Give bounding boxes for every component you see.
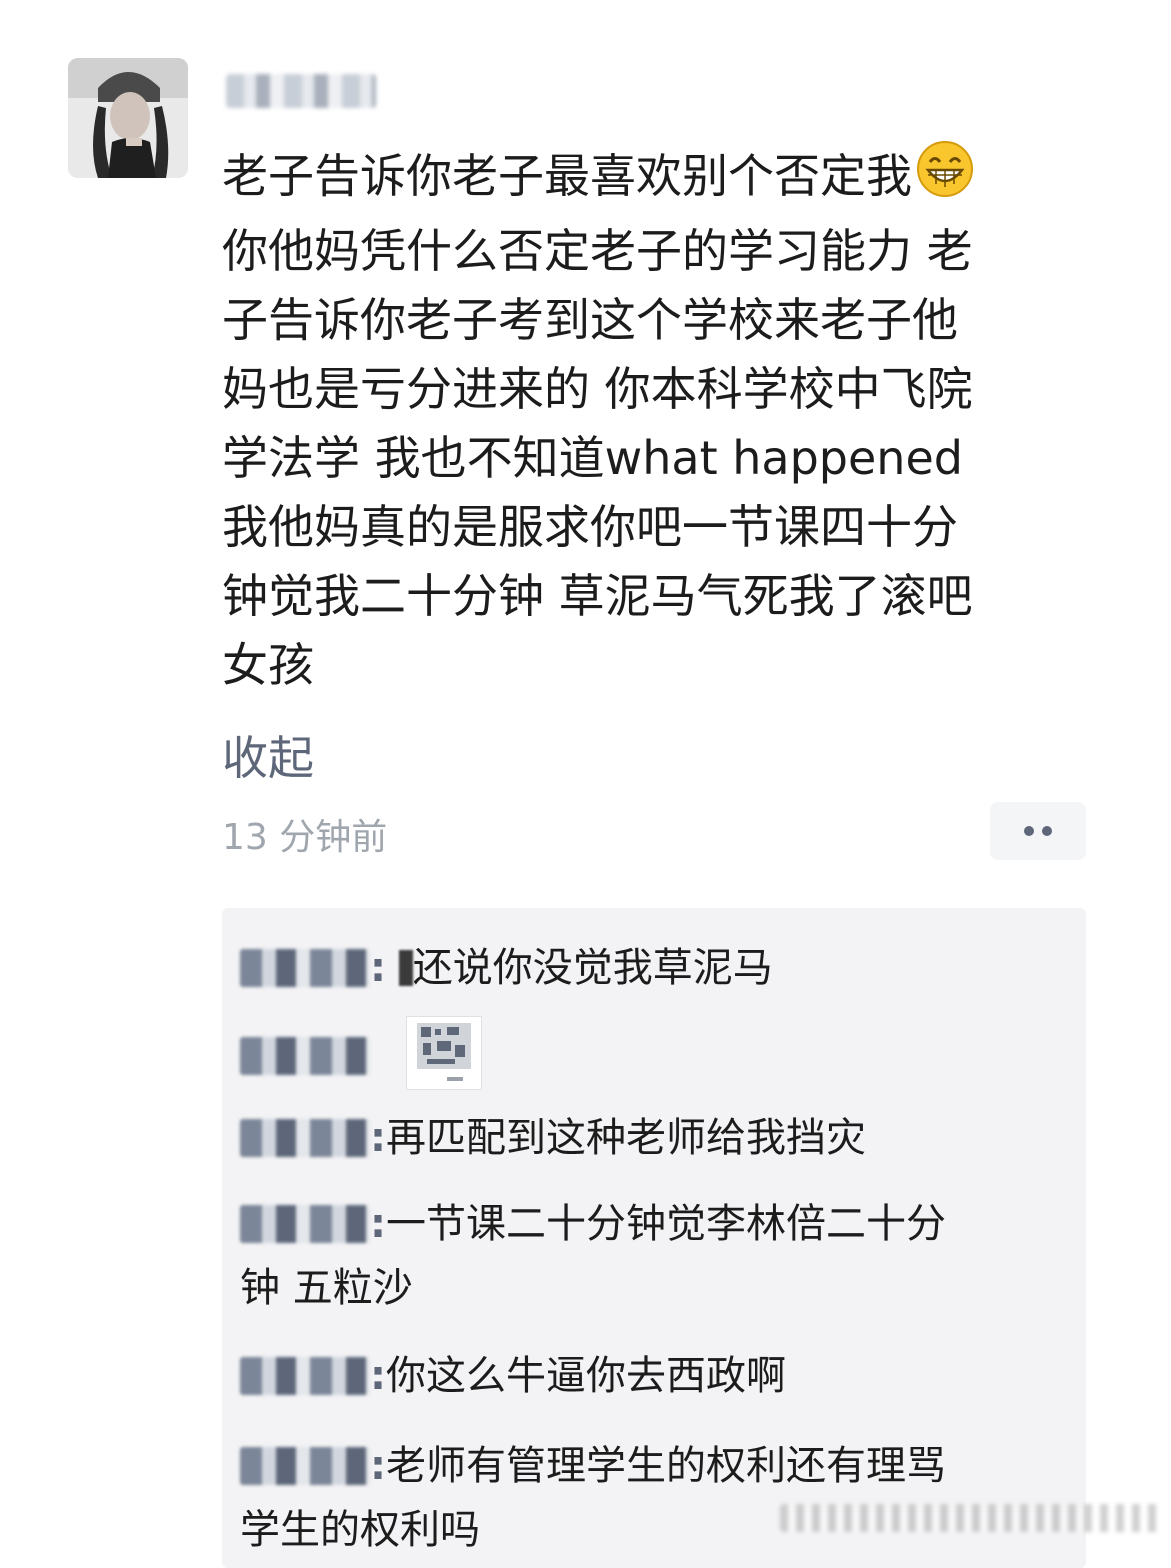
comment-text: 老师有管理学生的权利还有理骂 (386, 1443, 946, 1489)
post-timestamp: 13 分钟前 (222, 817, 388, 858)
post-line: 我他妈真的是服求你吧一节课四十分 (222, 500, 958, 554)
comment-line: :你这么牛逼你去西政啊 (240, 1344, 1070, 1408)
comment-item[interactable]: :老师有管理学生的权利还有理骂 学生的权利吗 (240, 1434, 1070, 1562)
post-line: 你他妈凭什么否定老子的学习能力 老 (222, 224, 973, 278)
comments-panel: : 还说你没觉我草泥马 :再匹配到这种老师给我挡灾 :一节课二十分钟觉李林倍二十… (222, 908, 1086, 1568)
comment-line: :一节课二十分钟觉李林倍二十分 (240, 1192, 1070, 1256)
comment-line: :老师有管理学生的权利还有理骂 (240, 1434, 1070, 1498)
comment-item[interactable]: :一节课二十分钟觉李林倍二十分 钟 五粒沙 (240, 1192, 1070, 1320)
watermark-redacted (780, 1504, 1160, 1532)
comment-line: :再匹配到这种老师给我挡灾 (240, 1106, 1070, 1170)
dot-icon (1042, 826, 1052, 836)
avatar-photo (68, 58, 188, 178)
comment-colon: : (370, 1201, 386, 1247)
comment-item[interactable] (240, 1016, 1070, 1090)
post-text: 老子告诉你老子最喜欢别个否定我 你他妈凭什么否定老子的学习能力 老 子告诉你老子… (222, 140, 1082, 700)
post-line: 子告诉你老子考到这个学校来老子他 (222, 293, 958, 347)
comment-line: : 还说你没觉我草泥马 (240, 936, 1070, 1000)
commenter-name-redacted[interactable] (240, 1037, 370, 1075)
comment-item[interactable]: : 还说你没觉我草泥马 (240, 936, 1070, 1000)
comment-image[interactable] (406, 1016, 482, 1090)
avatar[interactable] (68, 58, 188, 178)
commenter-name-redacted[interactable] (240, 949, 370, 987)
comment-item[interactable]: :你这么牛逼你去西政啊 (240, 1344, 1070, 1408)
comment-colon: : (370, 1115, 386, 1161)
post-line-text: 老子告诉你老子最喜欢别个否定我 (222, 149, 912, 203)
author-name-redacted[interactable] (226, 74, 376, 108)
post-line: 钟觉我二十分钟 草泥马气死我了滚吧 (222, 569, 973, 623)
comment-text: 一节课二十分钟觉李林倍二十分 (386, 1201, 946, 1247)
comment-line: 钟 五粒沙 (240, 1265, 413, 1311)
comment-line (240, 1016, 1070, 1090)
post-line: 老子告诉你老子最喜欢别个否定我 (222, 140, 1082, 217)
commenter-name-redacted[interactable] (240, 1357, 370, 1395)
post-line: 学法学 我也不知道what happened (222, 431, 963, 485)
comment-text: 还说你没觉我草泥马 (412, 945, 773, 991)
comment-colon: : (370, 945, 386, 991)
collapse-link[interactable]: 收起 (222, 722, 314, 788)
dot-icon (1024, 826, 1034, 836)
commenter-name-redacted[interactable] (240, 1205, 370, 1243)
more-options-button[interactable] (990, 802, 1086, 860)
mosaic-redaction (398, 950, 413, 986)
comment-text: 再匹配到这种老师给我挡灾 (386, 1115, 866, 1161)
comment-text: 你这么牛逼你去西政啊 (386, 1353, 786, 1399)
grinning-face-icon (916, 140, 974, 217)
post-line: 女孩 (222, 638, 314, 692)
comment-item[interactable]: :再匹配到这种老师给我挡灾 (240, 1106, 1070, 1170)
post-line: 妈也是亏分进来的 你本科学校中飞院 (222, 362, 973, 416)
comment-colon: : (370, 1353, 386, 1399)
comment-colon: : (370, 1443, 386, 1489)
commenter-name-redacted[interactable] (240, 1119, 370, 1157)
commenter-name-redacted[interactable] (240, 1447, 370, 1485)
